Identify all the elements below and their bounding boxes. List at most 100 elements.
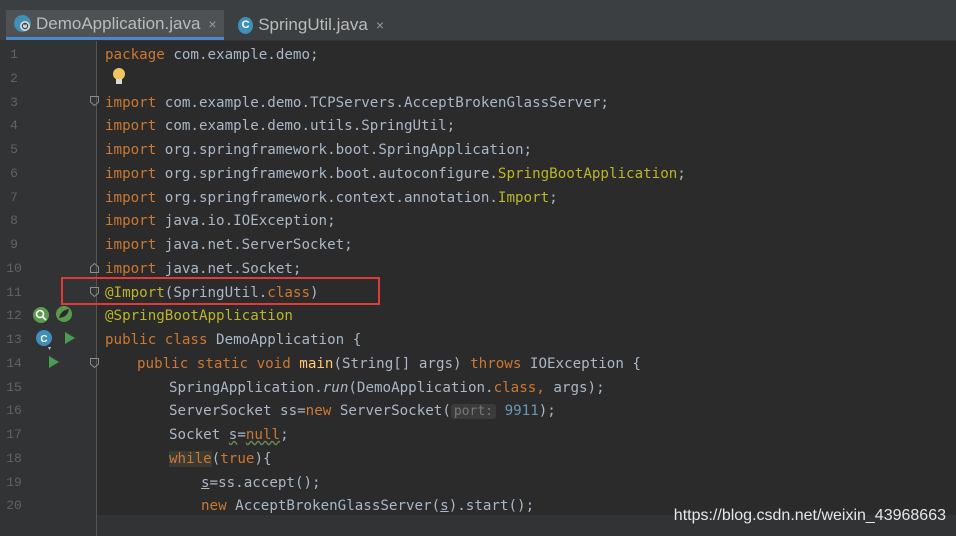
parameter-hint: port: <box>450 404 497 419</box>
code-text[interactable]: package com.example.demo; <box>105 43 319 67</box>
code-text[interactable]: ServerSocket ss=new ServerSocket(port: 9… <box>169 399 556 424</box>
keyword: null <box>245 427 281 443</box>
code-text[interactable]: import org.springframework.boot.autoconf… <box>105 162 686 186</box>
code-segment: java.net.ServerSocket; <box>156 237 353 253</box>
keyword: import <box>105 166 157 182</box>
spring-boot-class-icon <box>14 15 31 32</box>
code-text[interactable]: import java.net.ServerSocket; <box>105 233 353 257</box>
code-text[interactable]: import com.example.demo.TCPServers.Accep… <box>105 91 609 115</box>
line-number: 1 <box>10 47 18 62</box>
code-text[interactable]: public static void main(String[] args) t… <box>137 352 641 376</box>
keyword: import <box>105 142 157 158</box>
keyword: package <box>105 47 165 63</box>
highlight-box <box>61 277 380 305</box>
line-number: 18 <box>6 451 22 466</box>
keyword: import <box>105 213 157 229</box>
code-text[interactable]: s=ss.accept(); <box>201 471 321 495</box>
line-number: 19 <box>6 475 22 490</box>
code-text[interactable]: SpringApplication.run(DemoApplication.cl… <box>169 376 605 400</box>
tab-spring-util[interactable]: C SpringUtil.java × <box>230 10 390 40</box>
code-segment: ; <box>280 427 289 443</box>
code-line: 19 s=ss.accept(); <box>0 471 956 495</box>
line-number: 9 <box>10 237 18 252</box>
keyword: import <box>105 261 157 277</box>
annotation-name: SpringBootApplication <box>497 166 678 182</box>
code-line: 5 import org.springframework.boot.Spring… <box>0 138 956 162</box>
code-segment: (String[] args) <box>333 356 471 372</box>
static-method: run <box>322 380 349 396</box>
line-number: 12 <box>6 308 22 323</box>
code-segment: ServerSocket( <box>331 403 451 419</box>
code-segment: ; <box>677 166 686 182</box>
keyword: new <box>201 498 227 514</box>
code-segment: java.io.IOException; <box>156 213 336 229</box>
code-line: 12 @SpringBootApplication <box>0 304 956 328</box>
keyword: throws <box>470 356 522 372</box>
line-number: 7 <box>10 190 18 205</box>
code-segment: com.example.demo.utils.SpringUtil; <box>156 118 456 134</box>
code-line: 9 import java.net.ServerSocket; <box>0 233 956 257</box>
code-segment: org.springframework.context.annotation. <box>156 190 498 206</box>
code-line: 3 import com.example.demo.TCPServers.Acc… <box>0 91 956 115</box>
line-number: 20 <box>6 498 22 513</box>
number-literal: 9911 <box>496 403 539 419</box>
annotation: @SpringBootApplication <box>105 308 293 324</box>
code-text[interactable]: import com.example.demo.utils.SpringUtil… <box>105 114 455 138</box>
keyword: public static void <box>137 356 291 372</box>
keyword: class, <box>493 380 545 396</box>
code-line: 14 public static void main(String[] args… <box>0 352 956 376</box>
code-segment: SpringApplication. <box>169 380 323 396</box>
code-line: 17 Socket s=null; <box>0 423 956 447</box>
code-line: 6 import org.springframework.boot.autoco… <box>0 162 956 186</box>
variable-name: s <box>201 475 210 491</box>
code-text[interactable]: while(true){ <box>169 447 272 471</box>
line-number: 16 <box>6 403 22 418</box>
line-number: 2 <box>10 71 18 86</box>
line-number: 13 <box>6 332 22 347</box>
code-text[interactable]: import org.springframework.boot.SpringAp… <box>105 138 532 162</box>
line-number: 4 <box>10 118 18 133</box>
line-number: 3 <box>10 95 18 110</box>
code-text[interactable]: new AcceptBrokenGlassServer(s).start(); <box>201 494 534 518</box>
code-line: 2 <box>0 67 956 91</box>
code-text[interactable]: public class DemoApplication { <box>105 328 361 352</box>
close-icon[interactable]: × <box>208 16 216 32</box>
code-segment: = <box>237 427 246 443</box>
line-number: 5 <box>10 142 18 157</box>
tab-label: SpringUtil.java <box>258 15 368 34</box>
watermark: https://blog.csdn.net/weixin_43968663 <box>673 507 946 524</box>
keyword: import <box>105 95 157 111</box>
code-segment: org.springframework.boot.SpringApplicati… <box>156 142 533 158</box>
code-line: 13 public class DemoApplication { <box>0 328 956 352</box>
code-text[interactable]: Socket s=null; <box>169 423 289 447</box>
line-number: 17 <box>6 427 22 442</box>
code-line: 18 while(true){ <box>0 447 956 471</box>
method-name: main <box>290 356 334 372</box>
code-segment: com.example.demo; <box>164 47 319 63</box>
code-segment: ( <box>211 451 221 467</box>
code-segment: ){ <box>254 451 272 467</box>
code-segment: ).start(); <box>448 498 535 514</box>
code-line: 1 package com.example.demo; <box>0 43 956 67</box>
code-segment: IOException { <box>521 356 641 372</box>
code-line: 16 ServerSocket ss=new ServerSocket(port… <box>0 399 956 423</box>
keyword: new <box>305 403 332 419</box>
code-text[interactable]: import java.io.IOException; <box>105 209 336 233</box>
code-segment: ; <box>549 190 558 206</box>
code-line: 4 import com.example.demo.utils.SpringUt… <box>0 114 956 138</box>
code-text[interactable]: import org.springframework.context.annot… <box>105 186 558 210</box>
code-text[interactable]: @SpringBootApplication <box>105 304 293 328</box>
annotation-name: Import <box>497 190 550 206</box>
variable-name: s <box>440 498 449 514</box>
class-c-icon: C <box>238 16 254 34</box>
close-icon[interactable]: × <box>376 17 384 33</box>
code-segment: ); <box>538 403 556 419</box>
code-segment: =ss.accept(); <box>209 475 321 491</box>
code-segment: Socket <box>169 427 229 443</box>
tab-label: DemoApplication.java <box>36 13 201 33</box>
code-line: 15 SpringApplication.run(DemoApplication… <box>0 376 956 400</box>
tab-demo-application[interactable]: DemoApplication.java × <box>6 10 224 40</box>
line-number: 8 <box>10 213 18 228</box>
code-segment: args); <box>544 380 605 396</box>
line-number: 11 <box>6 285 22 300</box>
